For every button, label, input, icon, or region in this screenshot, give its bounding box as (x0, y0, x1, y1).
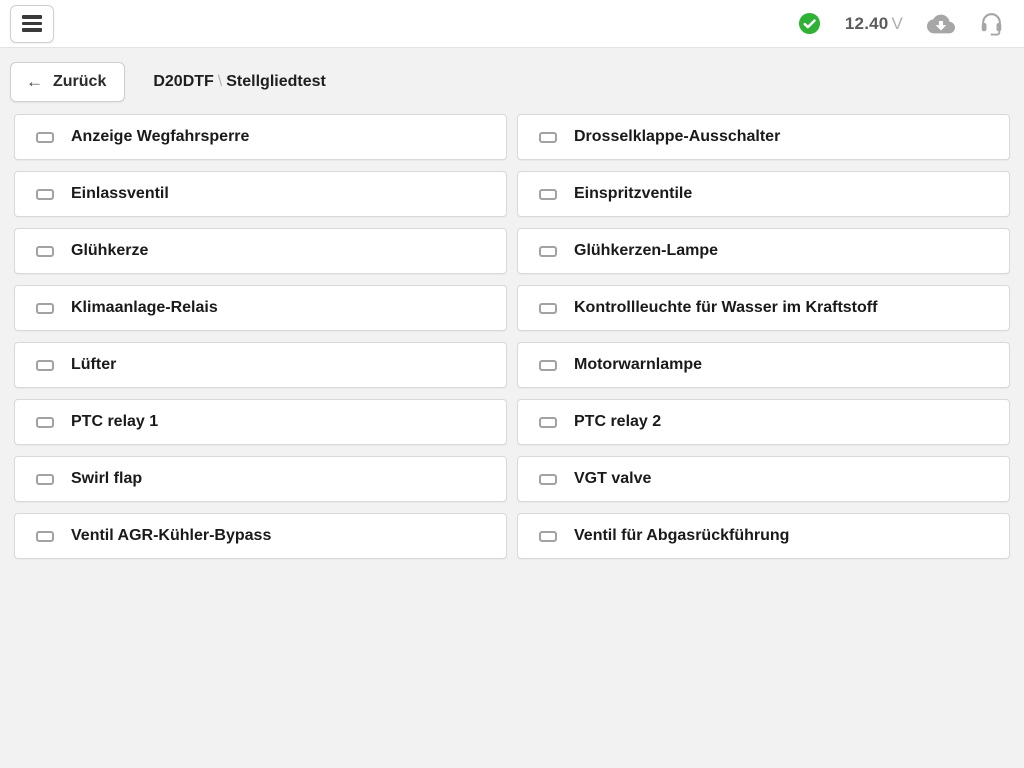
relay-icon (539, 417, 557, 428)
relay-icon (36, 303, 54, 314)
actuator-test-label: Einspritzventile (574, 185, 692, 203)
status-cluster: 12.40V (798, 10, 1004, 37)
breadcrumb-current: Stellgliedtest (226, 73, 326, 90)
relay-icon (539, 132, 557, 143)
relay-icon (539, 531, 557, 542)
relay-icon (36, 474, 54, 485)
check-circle-icon (798, 12, 821, 35)
actuator-test-item[interactable]: Kontrollleuchte für Wasser im Kraftstoff (517, 285, 1010, 331)
relay-icon (36, 360, 54, 371)
actuator-test-label: Kontrollleuchte für Wasser im Kraftstoff (574, 299, 877, 317)
cloud-download-icon[interactable] (927, 12, 955, 36)
actuator-test-label: PTC relay 2 (574, 413, 661, 431)
relay-icon (36, 189, 54, 200)
actuator-test-item[interactable]: Swirl flap (14, 456, 507, 502)
actuator-test-item[interactable]: Ventil für Abgasrückführung (517, 513, 1010, 559)
actuator-test-label: Ventil für Abgasrückführung (574, 527, 789, 545)
hamburger-icon (22, 15, 42, 19)
actuator-test-item[interactable]: PTC relay 1 (14, 399, 507, 445)
relay-icon (539, 303, 557, 314)
actuator-test-item[interactable]: Glühkerzen-Lampe (517, 228, 1010, 274)
toolbar: ← Zurück D20DTF\Stellgliedtest (0, 48, 1024, 102)
menu-button[interactable] (10, 5, 54, 43)
actuator-test-label: Swirl flap (71, 470, 142, 488)
headset-icon[interactable] (979, 10, 1004, 37)
back-button-label: Zurück (53, 73, 106, 91)
actuator-test-list: Anzeige Wegfahrsperre Drosselklappe-Auss… (14, 114, 1010, 559)
breadcrumb-separator: \ (214, 73, 226, 90)
actuator-test-label: Einlassventil (71, 185, 169, 203)
actuator-test-item[interactable]: Einlassventil (14, 171, 507, 217)
breadcrumb: D20DTF\Stellgliedtest (153, 73, 325, 91)
actuator-test-label: Motorwarnlampe (574, 356, 702, 374)
relay-icon (36, 132, 54, 143)
actuator-test-item[interactable]: Klimaanlage-Relais (14, 285, 507, 331)
relay-icon (539, 474, 557, 485)
back-button[interactable]: ← Zurück (10, 62, 125, 102)
breadcrumb-parent: D20DTF (153, 73, 213, 90)
actuator-test-item[interactable]: Glühkerze (14, 228, 507, 274)
actuator-test-label: Ventil AGR-Kühler-Bypass (71, 527, 271, 545)
voltage-unit: V (891, 14, 903, 33)
actuator-test-label: Glühkerzen-Lampe (574, 242, 718, 260)
actuator-test-item[interactable]: Lüfter (14, 342, 507, 388)
relay-icon (539, 189, 557, 200)
actuator-test-item[interactable]: Anzeige Wegfahrsperre (14, 114, 507, 160)
actuator-test-label: VGT valve (574, 470, 651, 488)
actuator-test-item[interactable]: Drosselklappe-Ausschalter (517, 114, 1010, 160)
actuator-test-item[interactable]: VGT valve (517, 456, 1010, 502)
actuator-test-item[interactable]: Einspritzventile (517, 171, 1010, 217)
actuator-test-item[interactable]: Motorwarnlampe (517, 342, 1010, 388)
top-bar: 12.40V (0, 0, 1024, 48)
actuator-test-label: Anzeige Wegfahrsperre (71, 128, 249, 146)
relay-icon (36, 531, 54, 542)
actuator-test-label: PTC relay 1 (71, 413, 158, 431)
actuator-test-item[interactable]: Ventil AGR-Kühler-Bypass (14, 513, 507, 559)
relay-icon (36, 417, 54, 428)
battery-voltage: 12.40V (845, 14, 903, 34)
actuator-test-item[interactable]: PTC relay 2 (517, 399, 1010, 445)
actuator-test-label: Klimaanlage-Relais (71, 299, 218, 317)
actuator-test-label: Drosselklappe-Ausschalter (574, 128, 780, 146)
back-arrow-icon: ← (26, 72, 43, 92)
actuator-test-label: Lüfter (71, 356, 116, 374)
actuator-test-label: Glühkerze (71, 242, 148, 260)
relay-icon (539, 360, 557, 371)
relay-icon (36, 246, 54, 257)
relay-icon (539, 246, 557, 257)
